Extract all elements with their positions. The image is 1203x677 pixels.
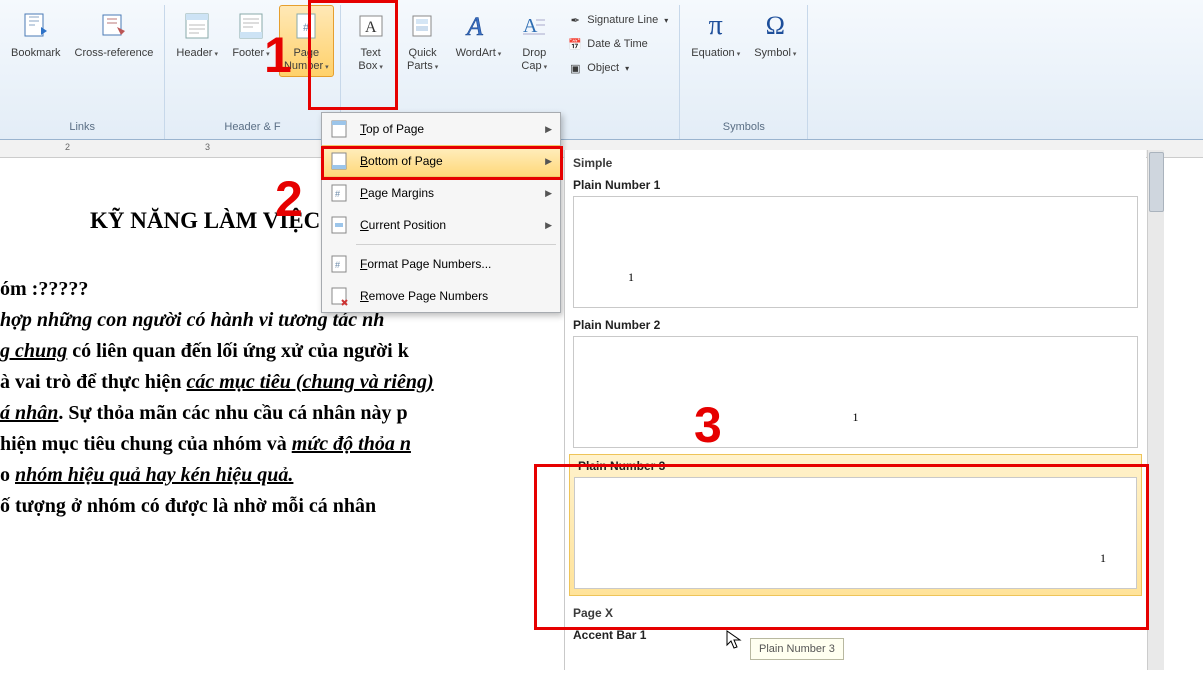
quickparts-label: Quick Parts: [407, 47, 438, 73]
menu-remove-label: emove Page Numbers: [369, 289, 488, 303]
gallery-section-simple: Simple: [565, 150, 1146, 174]
group-links: Bookmark Cross-reference Links: [0, 5, 165, 139]
dropcap-icon: A: [517, 9, 551, 43]
bookmark-label: Bookmark: [11, 47, 61, 60]
gallery-option-plain3[interactable]: Plain Number 3 1: [569, 454, 1142, 596]
gallery-opt1-label: Plain Number 1: [565, 174, 1146, 194]
gallery-scrollbar[interactable]: [1147, 150, 1164, 670]
wordart-button[interactable]: A WordArt: [451, 5, 507, 64]
pagenum-gallery: Simple Plain Number 1 1 Plain Number 2 1…: [564, 150, 1146, 670]
menu-bottom-of-page[interactable]: Bottom of Page ▶: [322, 145, 560, 177]
svg-text:A: A: [365, 19, 377, 36]
footer-icon: [234, 9, 268, 43]
gallery-section-pagex: Page X: [565, 600, 1146, 624]
svg-text:#: #: [303, 22, 310, 34]
menu-format-label: ormat Page Numbers...: [367, 257, 491, 271]
svg-text:#: #: [335, 189, 340, 199]
format-icon: #: [326, 252, 352, 276]
menu-format-pagenum[interactable]: # Format Page Numbers...: [322, 248, 560, 280]
dropcap-label: Drop Cap: [521, 47, 547, 73]
pagenumber-icon: #: [289, 9, 323, 43]
datetime-button[interactable]: 📅Date & Time: [562, 33, 673, 55]
signature-icon: ✒: [567, 12, 583, 28]
group-headerfooter-label: Header & F: [224, 117, 280, 139]
scrollbar-thumb[interactable]: [1149, 152, 1164, 212]
footer-button[interactable]: Footer: [227, 5, 275, 64]
crossref-label: Cross-reference: [75, 47, 154, 60]
wordart-label: WordArt: [456, 47, 502, 60]
menu-top-of-page[interactable]: Top of Page ▶: [322, 113, 560, 145]
svg-text:A: A: [465, 12, 483, 41]
group-headerfooter: Header Footer # Page Number Header & F: [165, 5, 340, 139]
menu-bottom-label: ottom of Page: [368, 154, 443, 168]
gallery-tooltip: Plain Number 3: [750, 638, 844, 660]
top-page-icon: [326, 117, 352, 141]
symbol-label: Symbol: [754, 47, 796, 60]
crossref-icon: [97, 9, 131, 43]
omega-icon: Ω: [758, 9, 792, 43]
symbol-button[interactable]: Ω Symbol: [749, 5, 801, 64]
gallery-preview-3: 1: [574, 477, 1137, 589]
submenu-arrow-icon: ▶: [545, 156, 552, 167]
menu-separator: [356, 244, 556, 245]
menu-margins-label: age Margins: [368, 186, 434, 200]
equation-button[interactable]: π Equation: [686, 5, 745, 64]
dropcap-button[interactable]: A Drop Cap: [510, 5, 558, 77]
submenu-arrow-icon: ▶: [545, 188, 552, 199]
pagenumber-menu: Top of Page ▶ Bottom of Page ▶ # Page Ma…: [321, 112, 561, 313]
bookmark-icon: [19, 9, 53, 43]
menu-remove-pagenum[interactable]: Remove Page Numbers: [322, 280, 560, 312]
quickparts-icon: [406, 9, 440, 43]
menu-current-position[interactable]: Current Position ▶: [322, 209, 560, 241]
group-links-label: Links: [69, 117, 95, 139]
group-symbols-label: Symbols: [723, 117, 765, 139]
footer-label: Footer: [232, 47, 269, 60]
header-label: Header: [176, 47, 218, 60]
gallery-preview-2: 1: [573, 336, 1138, 448]
ribbon: Bookmark Cross-reference Links Header: [0, 0, 1203, 140]
gallery-option-plain2[interactable]: Plain Number 2 1: [565, 314, 1146, 448]
menu-top-label: op of Page: [366, 122, 424, 136]
svg-text:#: #: [335, 260, 340, 270]
calendar-icon: 📅: [567, 36, 583, 52]
menu-current-label: urrent Position: [369, 218, 446, 232]
pi-icon: π: [699, 9, 733, 43]
gallery-accent-label: Accent Bar 1: [565, 624, 1146, 644]
submenu-arrow-icon: ▶: [545, 124, 552, 135]
submenu-arrow-icon: ▶: [545, 220, 552, 231]
textbox-label: Text Box: [358, 47, 382, 73]
crossref-button[interactable]: Cross-reference: [70, 5, 159, 64]
pagenumber-label: Page Number: [284, 47, 329, 73]
margins-icon: #: [326, 181, 352, 205]
quickparts-button[interactable]: Quick Parts: [399, 5, 447, 77]
gallery-opt2-label: Plain Number 2: [565, 314, 1146, 334]
bookmark-button[interactable]: Bookmark: [6, 5, 66, 64]
gallery-opt3-label: Plain Number 3: [570, 455, 1141, 475]
object-button[interactable]: ▣Object▾: [562, 57, 673, 79]
current-pos-icon: [326, 213, 352, 237]
remove-icon: [326, 284, 352, 308]
gallery-preview-1: 1: [573, 196, 1138, 308]
gallery-option-plain1[interactable]: Plain Number 1 1: [565, 174, 1146, 308]
header-icon: [180, 9, 214, 43]
wordart-icon: A: [461, 9, 495, 43]
textbox-button[interactable]: A Text Box: [347, 5, 395, 77]
object-icon: ▣: [567, 60, 583, 76]
textbox-icon: A: [354, 9, 388, 43]
bottom-page-icon: [326, 149, 352, 173]
equation-label: Equation: [691, 47, 740, 60]
header-button[interactable]: Header: [171, 5, 223, 64]
menu-page-margins[interactable]: # Page Margins ▶: [322, 177, 560, 209]
group-symbols: π Equation Ω Symbol Symbols: [680, 5, 808, 139]
pagenumber-button[interactable]: # Page Number: [279, 5, 334, 77]
sigline-button[interactable]: ✒Signature Line▾: [562, 9, 673, 31]
